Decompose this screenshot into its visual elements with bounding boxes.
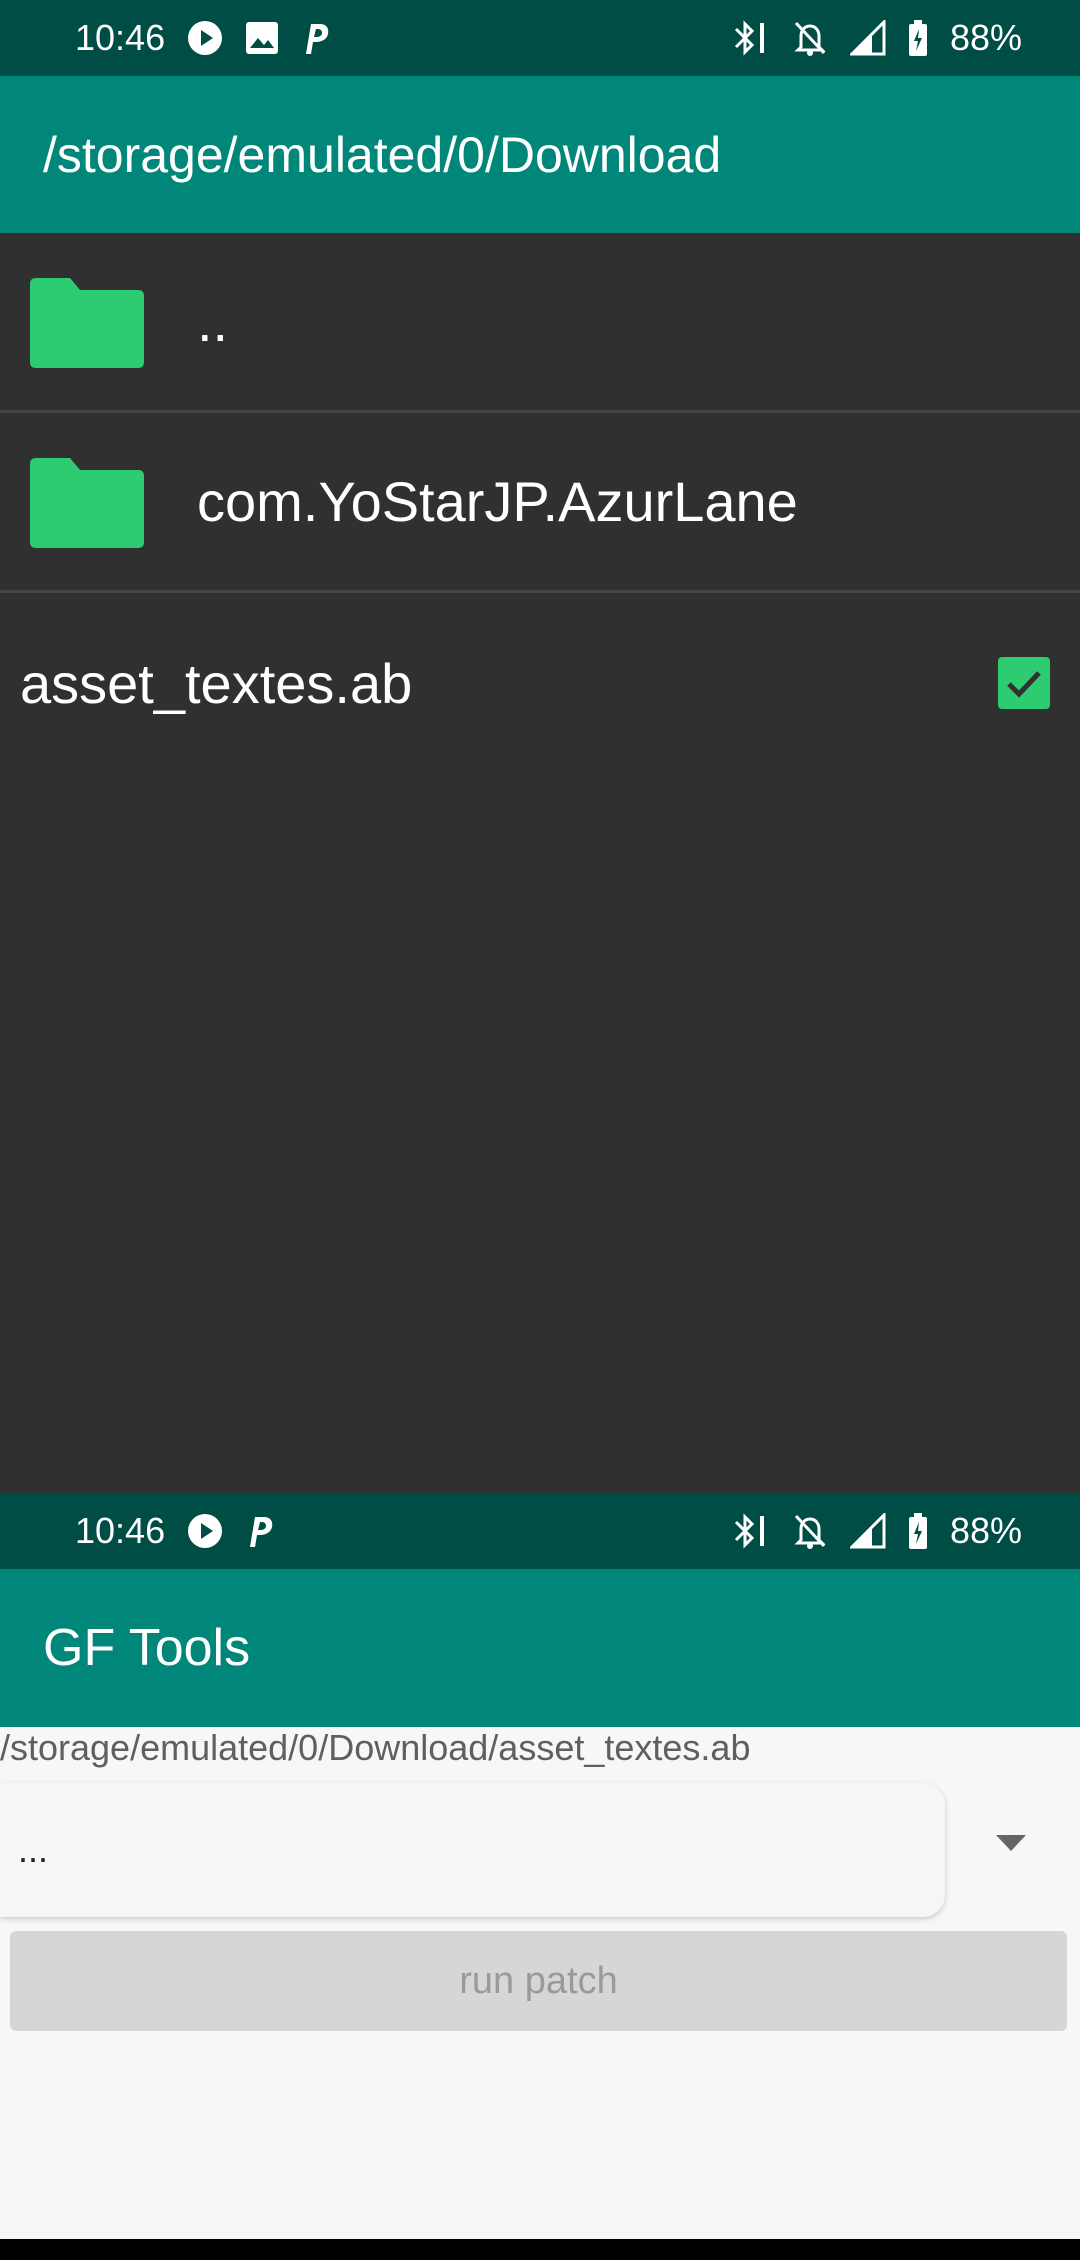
file-list: .. com.YoStarJP.AzurLane asset_textes.ab (0, 233, 1080, 1493)
patch-select-dropdown[interactable]: ... (0, 1783, 945, 1917)
app-title-bar: GF Tools (0, 1569, 1080, 1727)
parking-icon (306, 24, 329, 54)
status-time: 10:46 (75, 1510, 166, 1551)
dropdown-value: ... (18, 1829, 49, 1870)
file-label: asset_textes.ab (20, 651, 413, 715)
folder-icon (30, 278, 144, 368)
bluetooth-icon (734, 1513, 764, 1549)
run-patch-button[interactable]: run patch (10, 1931, 1067, 2031)
parking-icon (250, 1517, 273, 1547)
navigation-bar (0, 2239, 1080, 2260)
app-title: GF Tools (43, 1619, 251, 1677)
selected-file-path: /storage/emulated/0/Download/asset_texte… (0, 1727, 751, 1768)
battery-percent: 88% (949, 1510, 1022, 1551)
status-bar-secondary: 10:46 88% (0, 1493, 1080, 1569)
folder-row-azurlane[interactable]: com.YoStarJP.AzurLane (0, 413, 1080, 593)
current-directory-title: /storage/emulated/0/Download (43, 126, 722, 183)
file-checkbox[interactable] (998, 657, 1050, 709)
folder-label: .. (197, 290, 229, 353)
file-row-asset-textes[interactable]: asset_textes.ab (0, 593, 1080, 773)
bluetooth-icon (734, 20, 764, 56)
file-picker-title-bar: /storage/emulated/0/Download (0, 76, 1080, 233)
play-icon (188, 1514, 223, 1548)
folder-row-parent[interactable]: .. (0, 233, 1080, 413)
dropdown-arrow-icon[interactable] (996, 1835, 1026, 1853)
status-time: 10:46 (75, 17, 166, 58)
play-icon (188, 21, 223, 55)
notifications-off-icon (794, 1514, 826, 1549)
signal-icon (849, 20, 886, 56)
notifications-off-icon (794, 21, 826, 56)
battery-icon (908, 20, 927, 56)
image-icon (246, 22, 279, 54)
status-bar: 10:46 88% (0, 0, 1080, 76)
folder-label: com.YoStarJP.AzurLane (197, 470, 798, 533)
app-content: /storage/emulated/0/Download/asset_texte… (0, 1727, 1080, 2239)
folder-icon (30, 458, 144, 548)
signal-icon (849, 1513, 886, 1549)
battery-percent: 88% (949, 17, 1022, 58)
battery-icon (908, 1513, 927, 1549)
check-icon (1007, 671, 1041, 698)
